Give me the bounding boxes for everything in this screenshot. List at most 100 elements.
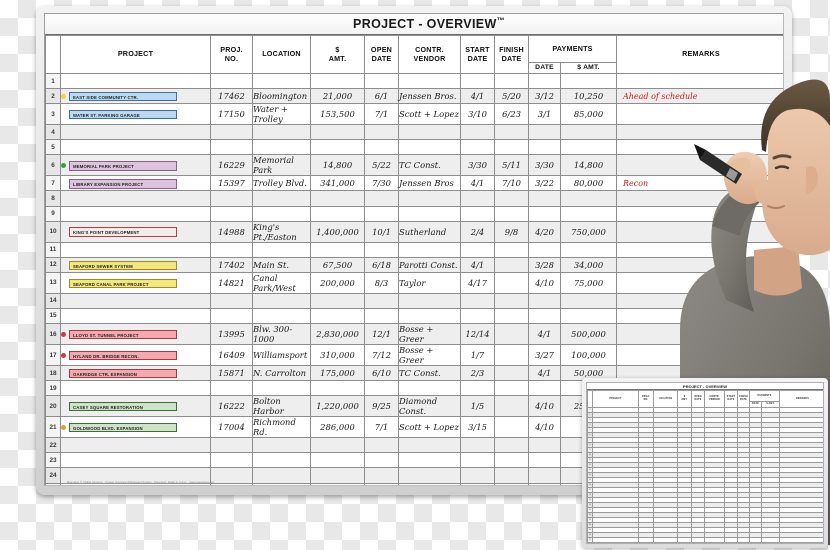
payment-date-cell[interactable]	[528, 380, 561, 397]
vendor-cell[interactable]	[398, 482, 461, 485]
payment-date-cell[interactable]: 4/10	[528, 416, 561, 439]
start-date-cell[interactable]	[460, 72, 495, 90]
payment-date-cell[interactable]	[528, 452, 561, 469]
open-date-cell[interactable]: 7/1	[364, 416, 399, 439]
vendor-cell[interactable]	[398, 380, 461, 397]
finish-date-cell[interactable]	[494, 323, 529, 346]
project-label-magnet[interactable]: GOLDWOOD BLVD. EXPANSION	[69, 422, 177, 433]
amount-cell[interactable]: 67,500	[310, 256, 365, 273]
start-date-cell[interactable]: 2/3	[460, 365, 495, 382]
remarks-cell[interactable]	[616, 307, 783, 325]
project-label-magnet[interactable]: MEMORIAL PARK PROJECT	[69, 161, 177, 171]
payment-date-cell[interactable]	[528, 139, 561, 156]
payment-date-cell[interactable]	[528, 205, 561, 222]
payment-amount-cell[interactable]	[560, 292, 617, 309]
location-cell[interactable]	[252, 482, 311, 485]
location-cell[interactable]	[252, 190, 311, 207]
table-row[interactable]: 5	[45, 139, 783, 156]
open-date-cell[interactable]	[364, 205, 399, 222]
finish-date-cell[interactable]	[494, 482, 529, 485]
project-label-magnet[interactable]: WATER ST. PARKING GARAGE	[69, 109, 177, 120]
project-number-cell[interactable]	[210, 139, 253, 156]
project-cell[interactable]: KING'S POINT DEVELOPMENT	[60, 220, 211, 243]
remarks-cell[interactable]	[616, 220, 783, 243]
project-number-cell[interactable]	[210, 292, 253, 309]
remarks-cell[interactable]	[616, 154, 783, 177]
amount-cell[interactable]	[310, 452, 365, 469]
remarks-cell[interactable]: Recon	[616, 175, 783, 192]
vendor-cell[interactable]	[398, 437, 461, 454]
payment-amount-cell[interactable]: 80,000	[560, 175, 617, 192]
vendor-cell[interactable]	[398, 241, 461, 258]
start-date-cell[interactable]	[460, 437, 495, 454]
finish-date-cell[interactable]	[494, 437, 529, 454]
vendor-cell[interactable]: Taylor	[398, 271, 461, 294]
remarks-cell[interactable]	[616, 271, 783, 294]
finish-date-cell[interactable]: 6/23	[494, 103, 529, 126]
open-date-cell[interactable]: 6/1	[364, 88, 399, 105]
project-label-magnet[interactable]: LIBRARY EXPANSION PROJECT	[69, 179, 177, 189]
payment-date-cell[interactable]: 4/1	[528, 323, 561, 346]
payment-date-cell[interactable]	[528, 124, 561, 141]
payment-amount-cell[interactable]	[560, 205, 617, 222]
table-row[interactable]: 4	[45, 124, 783, 141]
payment-amount-cell[interactable]	[560, 72, 617, 90]
vendor-cell[interactable]: Jenssen Bros	[398, 175, 461, 192]
amount-cell[interactable]	[310, 124, 365, 141]
remarks-cell[interactable]	[616, 256, 783, 273]
finish-date-cell[interactable]: 5/11	[494, 154, 529, 177]
payment-amount-cell[interactable]: 75,000	[560, 271, 617, 294]
project-label-magnet[interactable]: OAKRIDGE CTR. EXPANSION	[69, 368, 177, 379]
start-date-cell[interactable]: 3/10	[460, 103, 495, 126]
project-cell[interactable]	[60, 307, 211, 325]
table-row[interactable]: 11	[45, 241, 783, 258]
payment-amount-cell[interactable]: 500,000	[560, 323, 617, 346]
project-label-magnet[interactable]: SEAFORD CANAL PARK PROJECT	[69, 278, 177, 289]
vendor-cell[interactable]: TC Const.	[398, 365, 461, 382]
project-cell[interactable]: EAST SIDE COMMUNITY CTR.	[60, 88, 211, 105]
payment-date-cell[interactable]	[528, 307, 561, 325]
amount-cell[interactable]: 1,400,000	[310, 220, 365, 243]
table-row[interactable]: 14	[45, 292, 783, 309]
table-row[interactable]: 13 SEAFORD CANAL PARK PROJECT 14821 Canal P…	[45, 271, 783, 294]
remarks-cell[interactable]	[616, 190, 783, 207]
payment-amount-cell[interactable]	[560, 124, 617, 141]
open-date-cell[interactable]	[364, 124, 399, 141]
finish-date-cell[interactable]: 9/8	[494, 220, 529, 243]
table-row[interactable]: 16 LLOYD ST. TUNNEL PROJECT 13995 Blw. 300-…	[45, 323, 783, 346]
amount-cell[interactable]: 310,000	[310, 344, 365, 367]
amount-cell[interactable]: 286,000	[310, 416, 365, 439]
location-cell[interactable]	[252, 307, 311, 325]
payment-date-cell[interactable]	[528, 72, 561, 90]
start-date-cell[interactable]	[460, 190, 495, 207]
start-date-cell[interactable]	[460, 292, 495, 309]
project-number-cell[interactable]	[210, 452, 253, 469]
payment-date-cell[interactable]: 4/20	[528, 220, 561, 243]
payment-amount-cell[interactable]: 100,000	[560, 344, 617, 367]
payment-amount-cell[interactable]: 10,250	[560, 88, 617, 105]
location-cell[interactable]: N. Carrolton	[252, 365, 311, 382]
open-date-cell[interactable]: 9/25	[364, 395, 399, 418]
start-date-cell[interactable]	[460, 139, 495, 156]
finish-date-cell[interactable]	[494, 72, 529, 90]
table-row[interactable]: 3 WATER ST. PARKING GARAGE 17150 Water + Tr…	[45, 103, 783, 126]
start-date-cell[interactable]: 1/7	[460, 344, 495, 367]
project-label-magnet[interactable]: KING'S POINT DEVELOPMENT	[69, 227, 177, 237]
amount-cell[interactable]: 153,500	[310, 103, 365, 126]
remarks-cell[interactable]	[616, 72, 783, 90]
finish-date-cell[interactable]	[494, 205, 529, 222]
location-cell[interactable]	[252, 437, 311, 454]
payment-amount-cell[interactable]: 34,000	[560, 256, 617, 273]
start-date-cell[interactable]	[460, 452, 495, 469]
project-cell[interactable]: GOLDWOOD BLVD. EXPANSION	[60, 416, 211, 439]
start-date-cell[interactable]: 4/1	[460, 256, 495, 273]
open-date-cell[interactable]	[364, 292, 399, 309]
table-row[interactable]: 8	[45, 190, 783, 207]
amount-cell[interactable]	[310, 467, 365, 484]
remarks-cell[interactable]	[616, 103, 783, 126]
vendor-cell[interactable]: Jenssen Bros.	[398, 88, 461, 105]
open-date-cell[interactable]	[364, 482, 399, 485]
project-label-magnet[interactable]: LLOYD ST. TUNNEL PROJECT	[69, 329, 177, 340]
payment-amount-cell[interactable]	[560, 307, 617, 325]
start-date-cell[interactable]	[460, 307, 495, 325]
